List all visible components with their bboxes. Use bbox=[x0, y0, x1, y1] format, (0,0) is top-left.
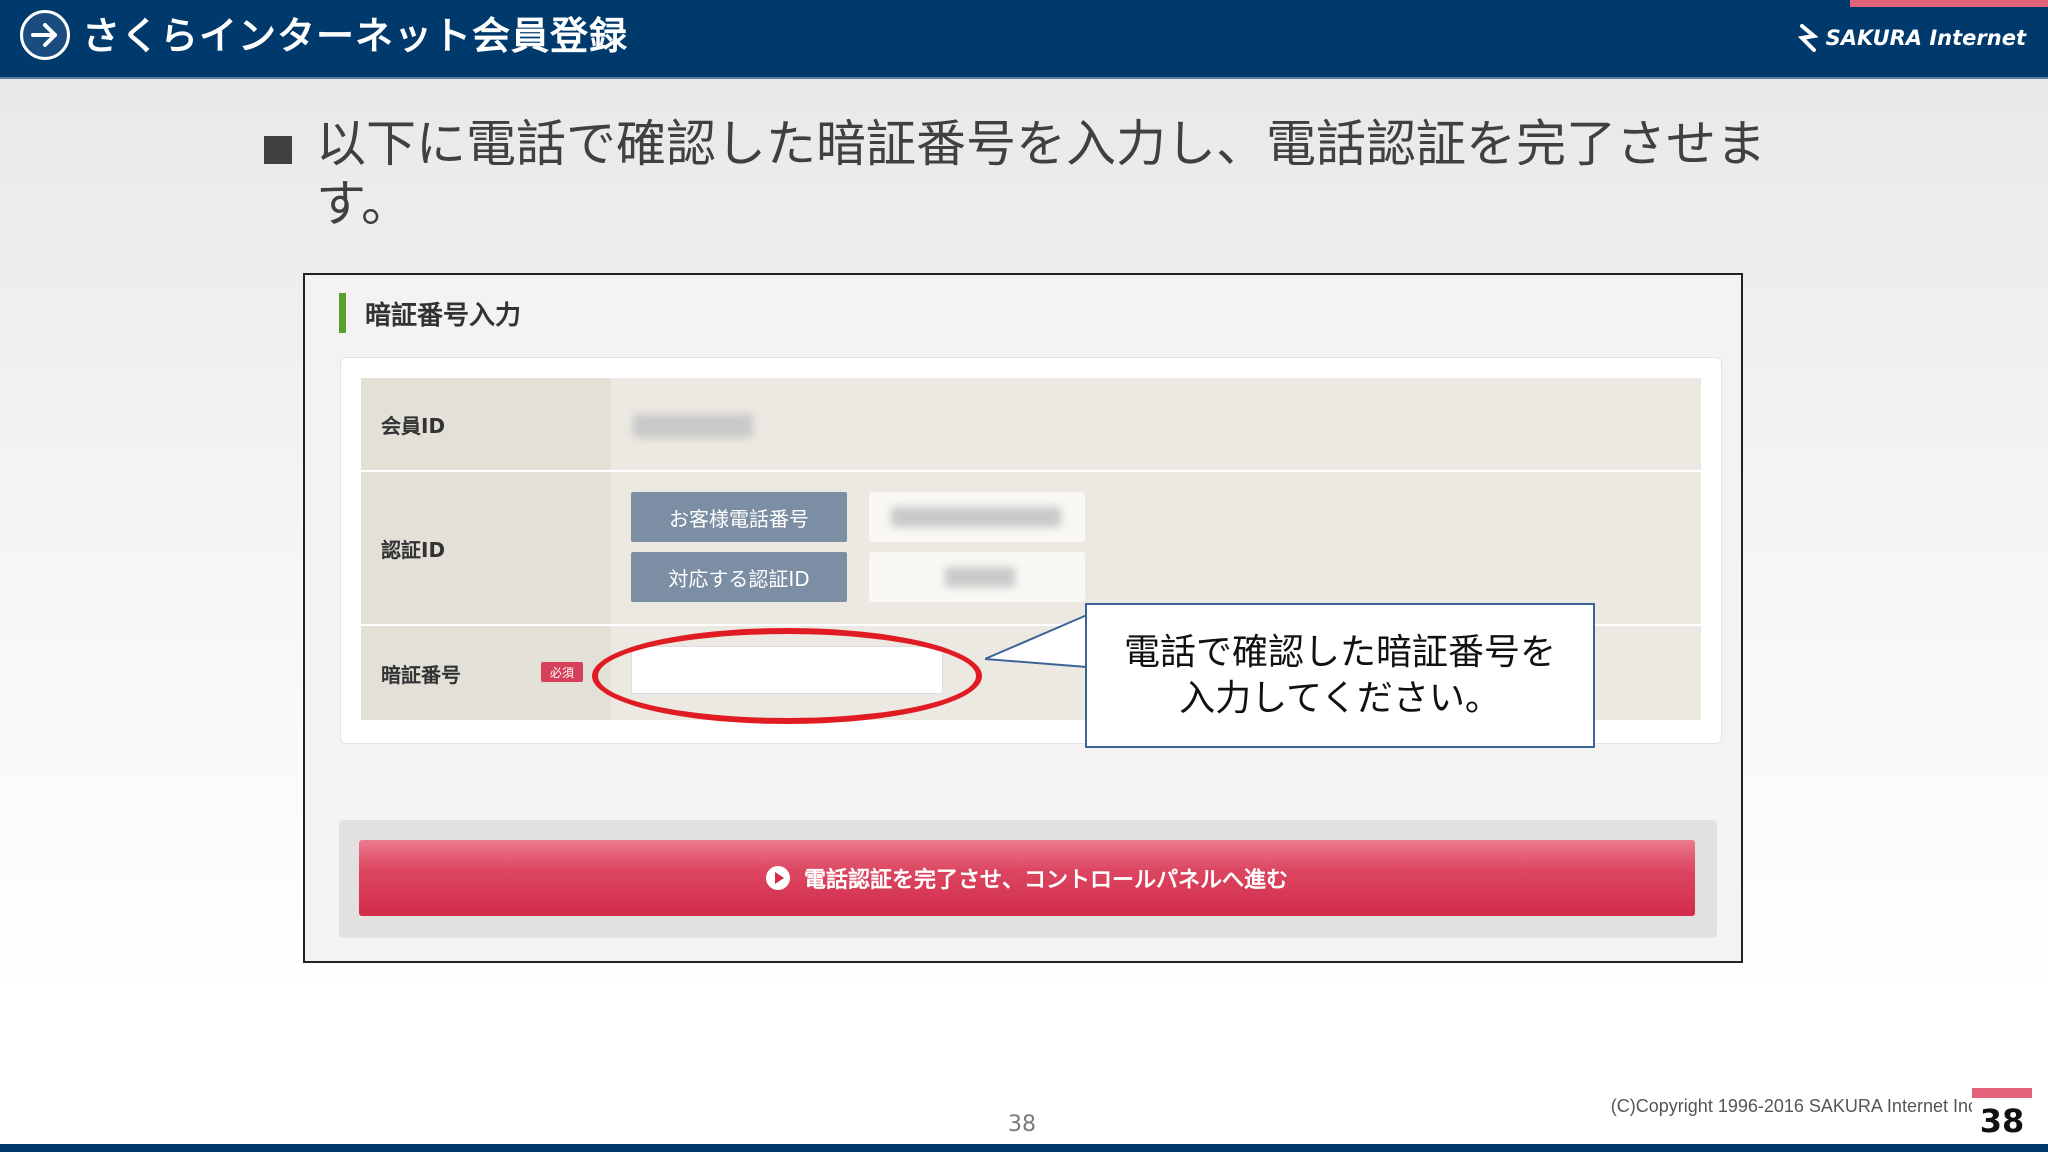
slide-title: さくらインターネット会員登録 bbox=[82, 14, 629, 58]
form-screenshot: 暗証番号入力 会員ID 認証ID お客様電話番号 対応する認証ID 暗証番号 必… bbox=[303, 273, 1743, 963]
member-id-row: 会員ID bbox=[361, 378, 1701, 472]
sakura-logo: SAKURA Internet bbox=[1796, 24, 2026, 52]
section-title: 暗証番号入力 bbox=[365, 301, 522, 331]
section-accent-bar bbox=[339, 293, 346, 333]
copyright-text: (C)Copyright 1996-2016 SAKURA Internet I… bbox=[1610, 1096, 1982, 1116]
customer-phone-button[interactable]: お客様電話番号 bbox=[631, 492, 847, 542]
page-badge-stripe bbox=[1972, 1088, 2032, 1098]
bullet-square-icon bbox=[264, 136, 292, 164]
sakura-logo-icon bbox=[1797, 24, 1819, 52]
footer-bar bbox=[0, 1144, 2048, 1152]
auth-id-value bbox=[869, 552, 1085, 602]
logo-text: SAKURA Internet bbox=[1825, 26, 2026, 50]
submit-area: 電話認証を完了させ、コントロールパネルへ進む bbox=[339, 820, 1717, 938]
customer-phone-value bbox=[869, 492, 1085, 542]
slide-header: さくらインターネット会員登録 SAKURA Internet bbox=[0, 0, 2048, 79]
callout-pointer bbox=[985, 613, 1089, 669]
bullet-text: 以下に電話で確認した暗証番号を入力し、電話認証を完了させます。 bbox=[316, 115, 1766, 233]
callout-line-1: 電話で確認した暗証番号を bbox=[1123, 631, 1556, 673]
auth-id-blurred bbox=[945, 567, 1015, 587]
auth-id-label: 認証ID bbox=[361, 472, 611, 624]
callout-line-2: 入力してください。 bbox=[1179, 677, 1501, 719]
instruction-callout: 電話で確認した暗証番号を 入力してください。 bbox=[1085, 603, 1595, 748]
page-badge: 38 bbox=[1972, 1098, 2032, 1144]
customer-phone-blurred bbox=[891, 507, 1061, 527]
submit-label: 電話認証を完了させ、コントロールパネルへ進む bbox=[803, 868, 1288, 893]
member-id-value-blurred bbox=[633, 414, 753, 438]
member-id-label: 会員ID bbox=[361, 378, 611, 470]
corresponding-auth-id-button[interactable]: 対応する認証ID bbox=[631, 552, 847, 602]
highlight-ellipse bbox=[592, 628, 982, 724]
arrow-right-icon bbox=[20, 10, 70, 60]
page-number: 38 bbox=[1008, 1112, 1036, 1137]
logo-accent-stripe bbox=[1850, 0, 2048, 7]
complete-phone-auth-button[interactable]: 電話認証を完了させ、コントロールパネルへ進む bbox=[359, 840, 1695, 916]
required-badge: 必須 bbox=[541, 662, 583, 682]
play-circle-icon bbox=[765, 866, 790, 890]
